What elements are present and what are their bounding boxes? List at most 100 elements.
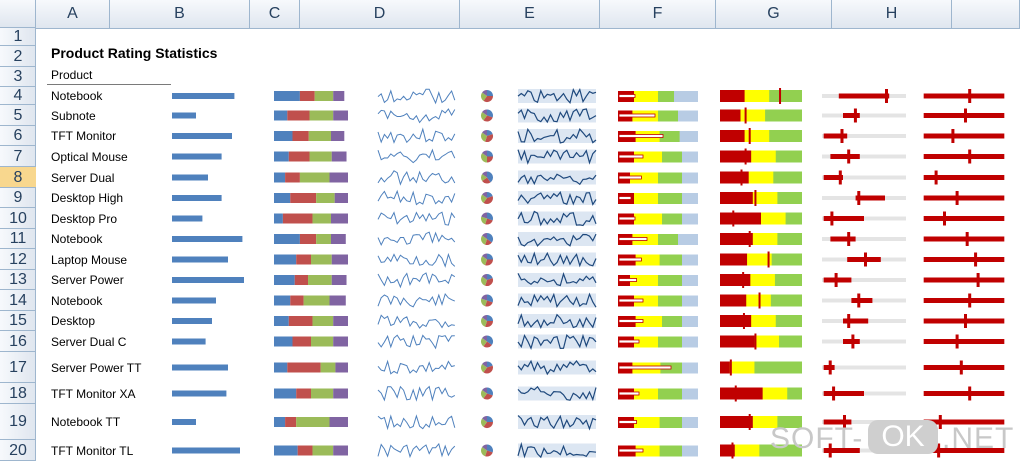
stacked-segment [287,362,321,373]
stacked-segment [311,254,332,265]
range2-marker [964,314,967,328]
line-sparkline [377,148,456,164]
stacked-segment [299,91,315,101]
range2-bar [923,154,1005,159]
range2-bar [923,133,1005,139]
gauge-band-red [720,387,763,400]
sparkline-charts [172,87,1005,459]
stacked-segment [274,445,298,456]
gauge-band-red [720,416,753,428]
stacked-segment [331,151,347,162]
stacked-segment [333,91,345,101]
stacked-segment [287,110,310,121]
sparkline-band [518,170,596,185]
bar-mark [172,256,228,263]
sparkline-band [518,386,596,401]
stacked-segment [296,417,330,427]
stacked-segment [312,316,334,326]
stacked-segment [285,172,300,183]
stacked-segment [329,172,348,183]
stacked-segment [333,110,348,121]
bullet-value [618,339,640,344]
watermark-pill: OK [868,420,938,454]
line-sparkline [377,314,455,329]
stacked-segment [333,445,348,456]
gauge-marker [779,88,782,104]
range2-marker [959,360,963,375]
range-bar [823,391,864,396]
gauge-band-red [720,294,747,307]
bar-mark [172,93,235,99]
range2-bar [923,391,1005,396]
range2-marker [974,252,978,267]
range-bar [823,216,864,221]
range2-marker [965,232,969,246]
range-marker [847,232,851,246]
range-marker [834,273,838,287]
bar-mark [172,153,222,160]
gauge-marker [754,333,757,350]
range-marker [857,191,861,205]
range-track [822,113,906,118]
gauge-marker [742,313,745,329]
range-marker [828,360,832,375]
line-sparkline [377,385,456,402]
bullet-value [618,420,638,424]
bullet-value [618,216,636,221]
stacked-segment [274,254,297,265]
stacked-segment [292,131,309,141]
stacked-segment [296,254,311,265]
stacked-segment [312,213,331,224]
stacked-segment [294,275,309,285]
bar-mark [172,338,206,345]
stacked-segment [329,417,348,427]
bar-mark [172,364,228,371]
gauge-band-red [720,253,748,266]
pie-slice [487,315,493,321]
line-sparkline [377,108,456,124]
stacked-segment [299,172,330,183]
stacked-segment [274,362,288,373]
gauge-band-red [720,361,730,374]
watermark-right: .NET [942,422,1015,455]
stacked-segment [290,295,304,306]
pie-slice [487,416,493,422]
spreadsheet: ABCDEFGH 1 2 3 4 5 6 7 8 9 10 11 12 13 14 15 16 17 18 19 20… [0,0,1020,461]
watermark: SOFT- OK .NET [770,418,1015,458]
gauge-marker [748,414,751,430]
range2-marker [976,273,980,287]
stacked-segment [333,316,348,326]
line-sparkline [377,88,456,105]
gauge-marker [744,148,747,165]
stacked-segment [312,445,334,456]
gauge-marker [767,251,770,268]
range-marker [832,386,836,401]
range2-bar [923,195,1005,201]
stacked-segment [290,193,317,203]
stacked-segment [274,91,300,101]
range-marker [857,293,861,308]
stacked-segment [309,151,332,162]
bar-mark [172,215,203,222]
gauge-marker [740,169,743,186]
gauge-marker [742,272,745,288]
stacked-segment [288,316,313,326]
gauge-band-red [720,212,761,225]
bar-mark [172,112,196,119]
stacked-segment [311,336,334,347]
range-marker [838,170,842,185]
range-marker [885,89,888,103]
stacked-segment [292,336,311,347]
stacked-segment [333,336,348,347]
stacked-segment [308,131,331,141]
line-sparkline [377,127,456,144]
bar-mark [172,277,244,283]
range-marker [830,211,834,226]
line-sparkline [377,211,456,226]
stacked-segment [274,295,291,306]
gauge-band-red [720,192,753,204]
gauge-marker [731,442,734,459]
stacked-segment [274,110,288,121]
bullet-value [618,391,640,396]
stacked-segment [316,193,335,203]
